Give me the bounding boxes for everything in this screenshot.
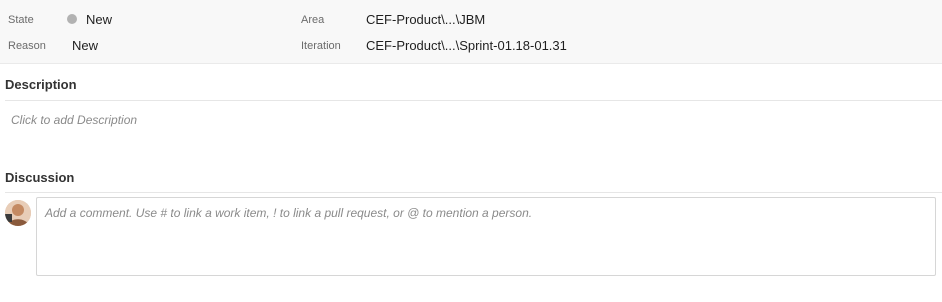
work-item-fields-header: State New Reason New Area CEF-Product\..…: [0, 0, 942, 64]
discussion-divider: [5, 192, 942, 193]
discussion-title: Discussion: [5, 170, 75, 185]
state-label: State: [8, 14, 34, 26]
area-value[interactable]: CEF-Product\...\JBM: [366, 12, 485, 27]
description-divider: [5, 100, 942, 101]
description-placeholder[interactable]: Click to add Description: [11, 113, 137, 127]
reason-value[interactable]: New: [72, 38, 98, 53]
area-label: Area: [301, 14, 325, 26]
iteration-label: Iteration: [301, 40, 341, 52]
state-dot-icon: [67, 14, 77, 24]
comment-placeholder: Add a comment. Use # to link a work item…: [45, 206, 533, 220]
iteration-value[interactable]: CEF-Product\...\Sprint-01.18-01.31: [366, 38, 567, 53]
state-value[interactable]: New: [86, 12, 112, 27]
user-avatar-icon: [5, 200, 31, 226]
reason-label: Reason: [8, 40, 46, 52]
avatar: [5, 200, 31, 226]
comment-input[interactable]: Add a comment. Use # to link a work item…: [36, 197, 936, 276]
description-title: Description: [5, 77, 77, 92]
